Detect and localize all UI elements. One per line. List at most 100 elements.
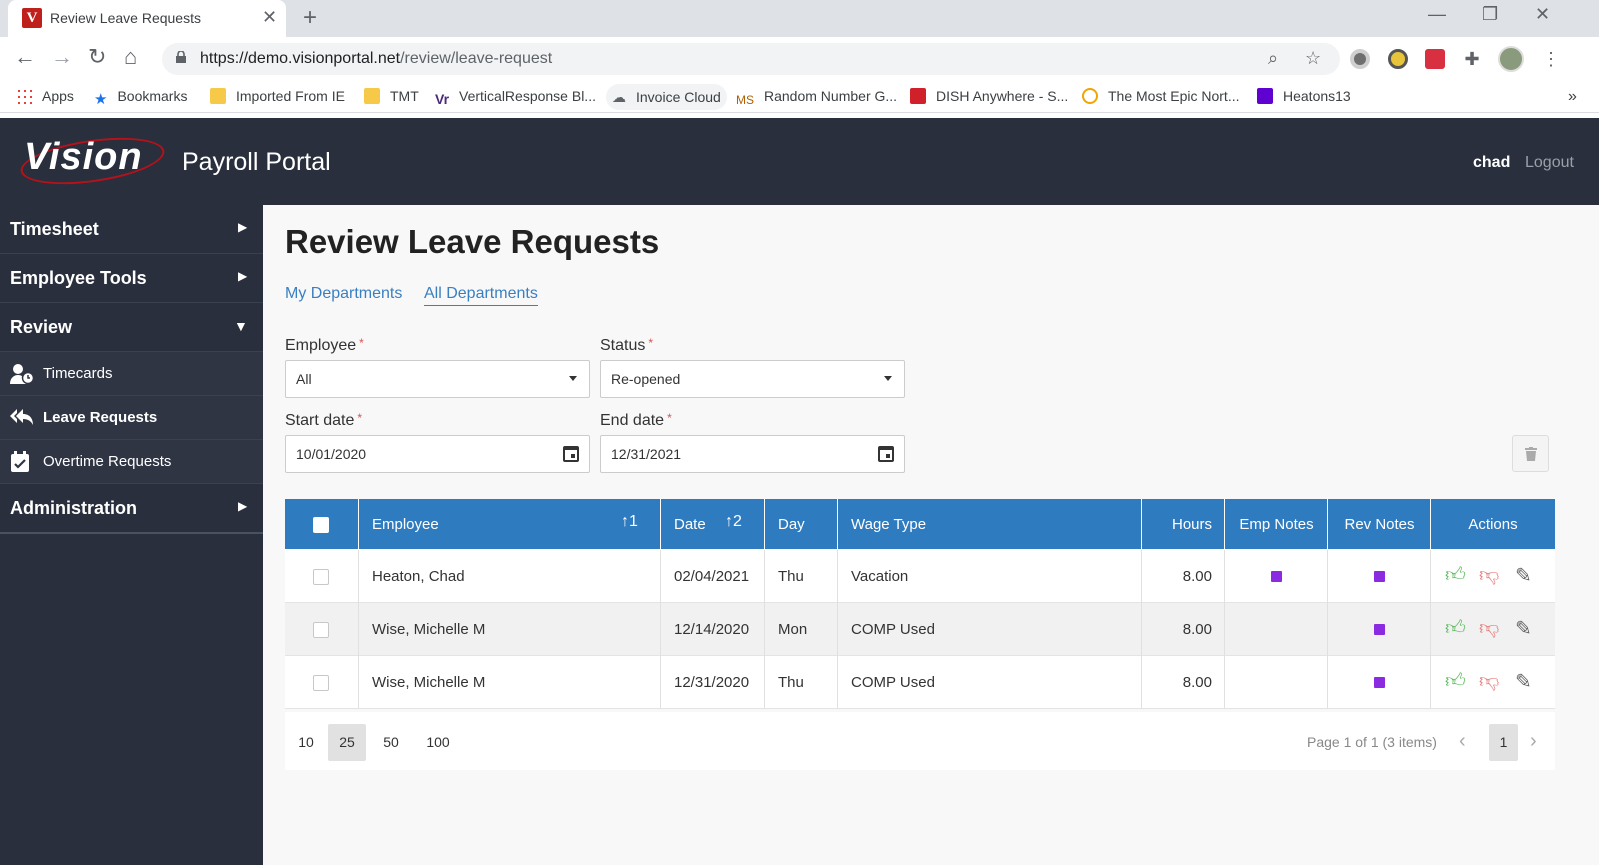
tab-all-departments[interactable]: All Departments: [424, 285, 538, 306]
folder-icon: [210, 88, 226, 104]
end-date-field[interactable]: 12/31/2021: [600, 435, 905, 473]
page-size-50[interactable]: 50: [375, 724, 407, 761]
emp-notes-cell: [1225, 603, 1328, 656]
day-cell: Thu: [765, 656, 838, 709]
bookmark-epic[interactable]: The Most Epic Nort...: [1082, 88, 1239, 104]
extension-2-icon[interactable]: [1388, 49, 1408, 69]
row-checkbox[interactable]: [313, 569, 329, 585]
browser-menu-icon[interactable]: ⋮: [1541, 49, 1561, 69]
bookmark-tmt[interactable]: TMT: [364, 88, 419, 104]
column-employee[interactable]: Employee ↑1: [359, 499, 661, 550]
address-bar[interactable]: https://demo.visionportal.net/review/lea…: [162, 43, 1340, 75]
sort-ascending-icon[interactable]: ↑1: [621, 513, 638, 531]
extension-1-icon[interactable]: [1350, 49, 1370, 69]
table-row[interactable]: Heaton, Chad 02/04/2021 Thu Vacation 8.0…: [285, 550, 1555, 603]
profile-avatar[interactable]: [1498, 46, 1524, 72]
sticky-note-icon[interactable]: [1374, 571, 1385, 582]
bookmark-apps[interactable]: Apps: [16, 88, 74, 104]
thumbs-up-icon[interactable]: 👍︎: [1445, 616, 1466, 640]
sidebar-item-review[interactable]: Review ▼: [0, 303, 263, 352]
chevron-left-icon[interactable]: ‹: [1459, 730, 1466, 753]
page-size-10[interactable]: 10: [291, 724, 321, 761]
vision-logo[interactable]: Vision: [24, 136, 143, 179]
sidebar-item-administration[interactable]: Administration ▶: [0, 484, 263, 533]
bookmark-star-icon[interactable]: ☆: [1305, 48, 1321, 69]
restore-icon[interactable]: ❐: [1482, 4, 1498, 25]
bookmark-dish[interactable]: DISH Anywhere - S...: [910, 88, 1068, 104]
column-label: Day: [778, 516, 805, 533]
reply-all-icon: [10, 407, 34, 429]
thumbs-up-icon[interactable]: 👍︎: [1445, 669, 1466, 693]
thumbs-down-icon[interactable]: 👎︎: [1479, 563, 1499, 587]
thumbs-down-icon[interactable]: 👎︎: [1479, 669, 1499, 693]
column-day[interactable]: Day: [765, 499, 838, 550]
forward-icon[interactable]: →: [51, 46, 73, 68]
page-size-25[interactable]: 25: [328, 724, 366, 761]
select-all-cell: [285, 499, 359, 550]
sort-ascending-icon[interactable]: ↑2: [725, 513, 742, 531]
thumbs-up-icon[interactable]: 👍︎: [1445, 563, 1466, 587]
logout-link[interactable]: Logout: [1525, 154, 1574, 172]
status-select[interactable]: Re-opened: [600, 360, 905, 398]
column-date[interactable]: Date ↑2: [661, 499, 765, 550]
actions-cell: 👍︎ 👎︎ ✎: [1431, 550, 1555, 603]
date-cell: 12/14/2020: [661, 603, 765, 656]
row-checkbox[interactable]: [313, 675, 329, 691]
chevron-right-icon[interactable]: ›: [1530, 730, 1537, 753]
reload-icon[interactable]: ↻: [88, 46, 106, 68]
close-window-icon[interactable]: ✕: [1535, 4, 1550, 25]
sidebar-item-timecards[interactable]: Timecards: [0, 352, 263, 396]
calendar-icon[interactable]: [878, 446, 894, 462]
bookmark-imported[interactable]: Imported From IE: [210, 88, 345, 104]
start-date-field[interactable]: 10/01/2020: [285, 435, 590, 473]
hours-cell: 8.00: [1142, 603, 1225, 656]
back-icon[interactable]: ←: [14, 46, 36, 68]
actions-cell: 👍︎ 👎︎ ✎: [1431, 656, 1555, 709]
column-wage-type[interactable]: Wage Type: [838, 499, 1142, 550]
thumbs-down-icon[interactable]: 👎︎: [1479, 616, 1499, 640]
bookmark-random-number[interactable]: MS Random Number G...: [736, 88, 897, 109]
zoom-icon[interactable]: ⌕: [1268, 48, 1278, 69]
sidebar-item-employee-tools[interactable]: Employee Tools ▶: [0, 254, 263, 303]
bookmark-bookmarks[interactable]: ★ Bookmarks: [94, 88, 187, 108]
extension-3-icon[interactable]: [1425, 49, 1445, 69]
current-page[interactable]: 1: [1489, 724, 1518, 761]
chevron-right-icon: ▶: [238, 269, 248, 283]
row-checkbox[interactable]: [313, 622, 329, 638]
tab-my-departments[interactable]: My Departments: [285, 285, 402, 303]
bookmark-heatons[interactable]: Heatons13: [1257, 88, 1351, 104]
delete-button[interactable]: [1512, 435, 1549, 472]
table-row[interactable]: Wise, Michelle M 12/14/2020 Mon COMP Use…: [285, 603, 1555, 656]
extensions-puzzle-icon[interactable]: ✚: [1462, 49, 1482, 69]
user-name[interactable]: chad: [1473, 154, 1510, 172]
bookmark-verticalresponse[interactable]: Vr VerticalResponse Bl...: [435, 88, 596, 107]
day-cell: Mon: [765, 603, 838, 656]
employee-select[interactable]: All: [285, 360, 590, 398]
page-size-100[interactable]: 100: [418, 724, 458, 761]
select-all-checkbox[interactable]: [313, 517, 329, 533]
bookmark-invoice-cloud[interactable]: ☁ Invoice Cloud: [606, 84, 727, 110]
pencil-icon[interactable]: ✎: [1515, 669, 1532, 694]
hours-cell: 8.00: [1142, 550, 1225, 603]
table-row[interactable]: Wise, Michelle M 12/31/2020 Thu COMP Use…: [285, 656, 1555, 709]
sidebar-item-leave-requests[interactable]: Leave Requests: [0, 396, 263, 440]
app-title: Payroll Portal: [182, 148, 331, 176]
sidebar-divider: [0, 532, 263, 534]
home-icon[interactable]: ⌂: [124, 46, 137, 68]
minimize-icon[interactable]: —: [1428, 4, 1446, 25]
status-select-value: Re-opened: [611, 371, 681, 387]
sticky-note-icon[interactable]: [1374, 677, 1385, 688]
close-tab-icon[interactable]: ✕: [262, 7, 277, 28]
calendar-icon[interactable]: [563, 446, 579, 462]
browser-tab[interactable]: V Review Leave Requests ✕: [8, 0, 286, 37]
sidebar-item-overtime-requests[interactable]: Overtime Requests: [0, 440, 263, 484]
new-tab-icon[interactable]: +: [303, 4, 317, 32]
bookmarks-bar: Apps ★ Bookmarks Imported From IE TMT Vr V…: [0, 81, 1599, 113]
sidebar-item-timesheet[interactable]: Timesheet ▶: [0, 205, 263, 254]
sticky-note-icon[interactable]: [1374, 624, 1385, 635]
pencil-icon[interactable]: ✎: [1515, 563, 1532, 588]
more-bookmarks-icon[interactable]: »: [1568, 88, 1577, 106]
sticky-note-icon[interactable]: [1271, 571, 1282, 582]
column-hours[interactable]: Hours: [1142, 499, 1225, 550]
pencil-icon[interactable]: ✎: [1515, 616, 1532, 641]
